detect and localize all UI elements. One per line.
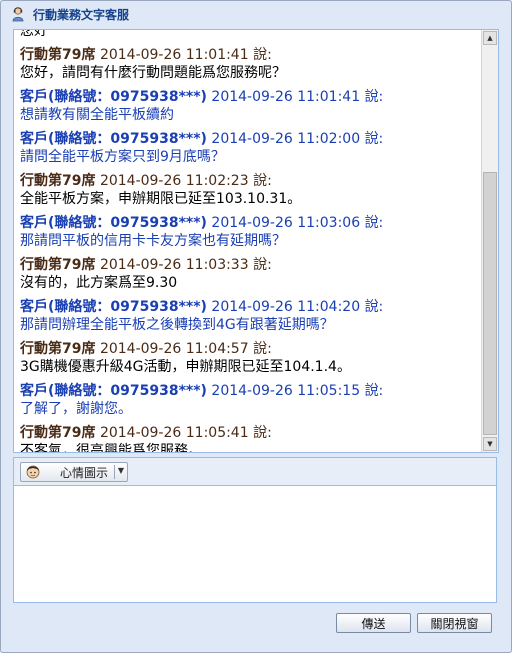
message-timestamp: 2014-09-26 11:04:57	[99, 341, 249, 357]
message-sender: 行動第79席	[20, 257, 96, 273]
chat-window: 行動業務文字客服 您好行動第79席 2014-09-26 11:01:41 說:…	[0, 0, 512, 653]
close-window-button-label: 關閉視窗	[430, 616, 479, 631]
message-sender: 行動第79席	[20, 425, 96, 441]
message-header: 行動第79席 2014-09-26 11:05:41 說:	[20, 424, 479, 442]
message-sender: 客戶(聯絡號：0975938***)	[20, 215, 207, 231]
send-button-label: 傳送	[361, 616, 386, 631]
title-bar: 行動業務文字客服	[1, 1, 511, 27]
mood-icon-button[interactable]: 心情圖示 ▼	[20, 462, 128, 482]
message-said-label: 說:	[364, 299, 384, 315]
message-sender: 客戶(聯絡號：0975938***)	[20, 383, 207, 399]
chat-messages: 您好 行動第79席 2014-09-26 11:01:41 說: 您好，請問有什麼行…	[20, 30, 479, 452]
message-header: 客戶(聯絡號：0975938***) 2014-09-26 11:03:06 說…	[20, 214, 479, 232]
message-sender: 行動第79席	[20, 47, 96, 63]
chat-log-frame: 您好 行動第79席 2014-09-26 11:01:41 說: 您好，請問有什麼行…	[13, 29, 499, 453]
message-timestamp: 2014-09-26 11:04:20	[211, 299, 361, 315]
message-timestamp: 2014-09-26 11:02:00	[211, 131, 361, 147]
message-said-label: 說:	[253, 425, 272, 441]
message-said-label: 說:	[364, 215, 384, 231]
message-timestamp: 2014-09-26 11:03:33	[99, 257, 249, 273]
close-window-button[interactable]: 關閉視窗	[417, 613, 492, 633]
chat-message: 行動第79席 2014-09-26 11:04:57 說: 3G購機優惠升級4G活…	[20, 340, 479, 376]
message-header: 客戶(聯絡號：0975938***) 2014-09-26 11:05:15 說…	[20, 382, 479, 400]
message-said-label: 說:	[364, 131, 384, 147]
message-said-label: 說:	[364, 89, 384, 105]
send-button[interactable]: 傳送	[336, 613, 411, 633]
message-timestamp: 2014-09-26 11:05:41	[99, 425, 249, 441]
message-header: 客戶(聯絡號：0975938***) 2014-09-26 11:02:00 說…	[20, 130, 479, 148]
message-header: 行動第79席 2014-09-26 11:02:23 說:	[20, 172, 479, 190]
message-text: 全能平板方案，申辦期限已延至103.10.31。	[20, 191, 302, 207]
message-timestamp: 2014-09-26 11:02:23	[99, 173, 249, 189]
face-icon	[26, 465, 40, 479]
scroll-thumb[interactable]	[483, 172, 497, 435]
message-text: 請問全能平板方案只到9月底嗎？	[20, 149, 225, 165]
chat-message: 行動第79席 2014-09-26 11:01:41 說: 您好，請問有什麼行動問…	[20, 46, 479, 82]
message-text: 3G購機優惠升級4G活動，申辦期限已延至104.1.4。	[20, 359, 351, 375]
chat-message: 客戶(聯絡號：0975938***) 2014-09-26 11:05:15 說…	[20, 382, 479, 418]
chat-message: 客戶(聯絡號：0975938***) 2014-09-26 11:03:06 說…	[20, 214, 479, 250]
message-said-label: 說:	[253, 257, 272, 273]
message-sender: 客戶(聯絡號：0975938***)	[20, 89, 207, 105]
message-text: 那請問辦理全能平板之後轉換到4G有跟著延期嗎？	[20, 317, 334, 333]
chat-message: 您好	[20, 30, 479, 40]
chevron-down-icon[interactable]: ▼	[118, 466, 124, 475]
chat-message: 行動第79席 2014-09-26 11:03:33 說: 沒有的，此方案爲至9.…	[20, 256, 479, 292]
chat-message: 行動第79席 2014-09-26 11:02:23 說: 全能平板方案，申辦期限…	[20, 172, 479, 208]
message-sender: 行動第79席	[20, 341, 96, 357]
message-text: 您好	[20, 30, 48, 39]
chat-message: 客戶(聯絡號：0975938***) 2014-09-26 11:02:00 說…	[20, 130, 479, 166]
message-text: 想請教有關全能平板續約	[20, 107, 174, 123]
message-input[interactable]	[14, 486, 496, 602]
message-input-area	[13, 485, 497, 603]
message-header: 行動第79席 2014-09-26 11:01:41 說:	[20, 46, 479, 64]
message-said-label: 說:	[364, 383, 384, 399]
message-timestamp: 2014-09-26 11:01:41	[99, 47, 249, 63]
message-text: 您好，請問有什麼行動問題能爲您服務呢？	[20, 65, 286, 81]
chat-log[interactable]: 您好 行動第79席 2014-09-26 11:01:41 說: 您好，請問有什麼行…	[14, 30, 481, 452]
message-timestamp: 2014-09-26 11:03:06	[211, 215, 361, 231]
message-said-label: 說:	[253, 47, 272, 63]
message-timestamp: 2014-09-26 11:05:15	[211, 383, 361, 399]
message-timestamp: 2014-09-26 11:01:41	[211, 89, 361, 105]
chat-scrollbar[interactable]: ▲ ▼	[481, 30, 498, 452]
window-title: 行動業務文字客服	[33, 7, 130, 22]
chat-message: 行動第79席 2014-09-26 11:05:41 說: 不客氣，很高興能爲您服…	[20, 424, 479, 452]
message-text: 了解了，謝謝您。	[20, 401, 132, 417]
mood-button-divider	[114, 465, 115, 479]
message-text: 沒有的，此方案爲至9.30	[20, 275, 178, 291]
mood-button-label: 心情圖示	[60, 465, 109, 480]
message-header: 客戶(聯絡號：0975938***) 2014-09-26 11:01:41 說…	[20, 88, 479, 106]
message-text: 不客氣，很高興能爲您服務。	[20, 443, 202, 452]
message-sender: 行動第79席	[20, 173, 96, 189]
message-header: 行動第79席 2014-09-26 11:03:33 說:	[20, 256, 479, 274]
message-sender: 客戶(聯絡號：0975938***)	[20, 131, 207, 147]
message-said-label: 說:	[253, 341, 272, 357]
message-sender: 客戶(聯絡號：0975938***)	[20, 299, 207, 315]
message-text: 那請問平板的信用卡卡友方案也有延期嗎？	[20, 233, 286, 249]
scroll-up-button[interactable]: ▲	[483, 31, 497, 45]
message-header: 客戶(聯絡號：0975938***) 2014-09-26 11:04:20 說…	[20, 298, 479, 316]
chat-message: 客戶(聯絡號：0975938***) 2014-09-26 11:04:20 說…	[20, 298, 479, 334]
scroll-down-button[interactable]: ▼	[483, 437, 497, 451]
chat-message: 客戶(聯絡號：0975938***) 2014-09-26 11:01:41 說…	[20, 88, 479, 124]
message-header: 行動第79席 2014-09-26 11:04:57 說:	[20, 340, 479, 358]
agent-avatar-icon	[12, 7, 24, 22]
input-toolbar: 心情圖示 ▼	[13, 457, 497, 485]
message-said-label: 說:	[253, 173, 272, 189]
